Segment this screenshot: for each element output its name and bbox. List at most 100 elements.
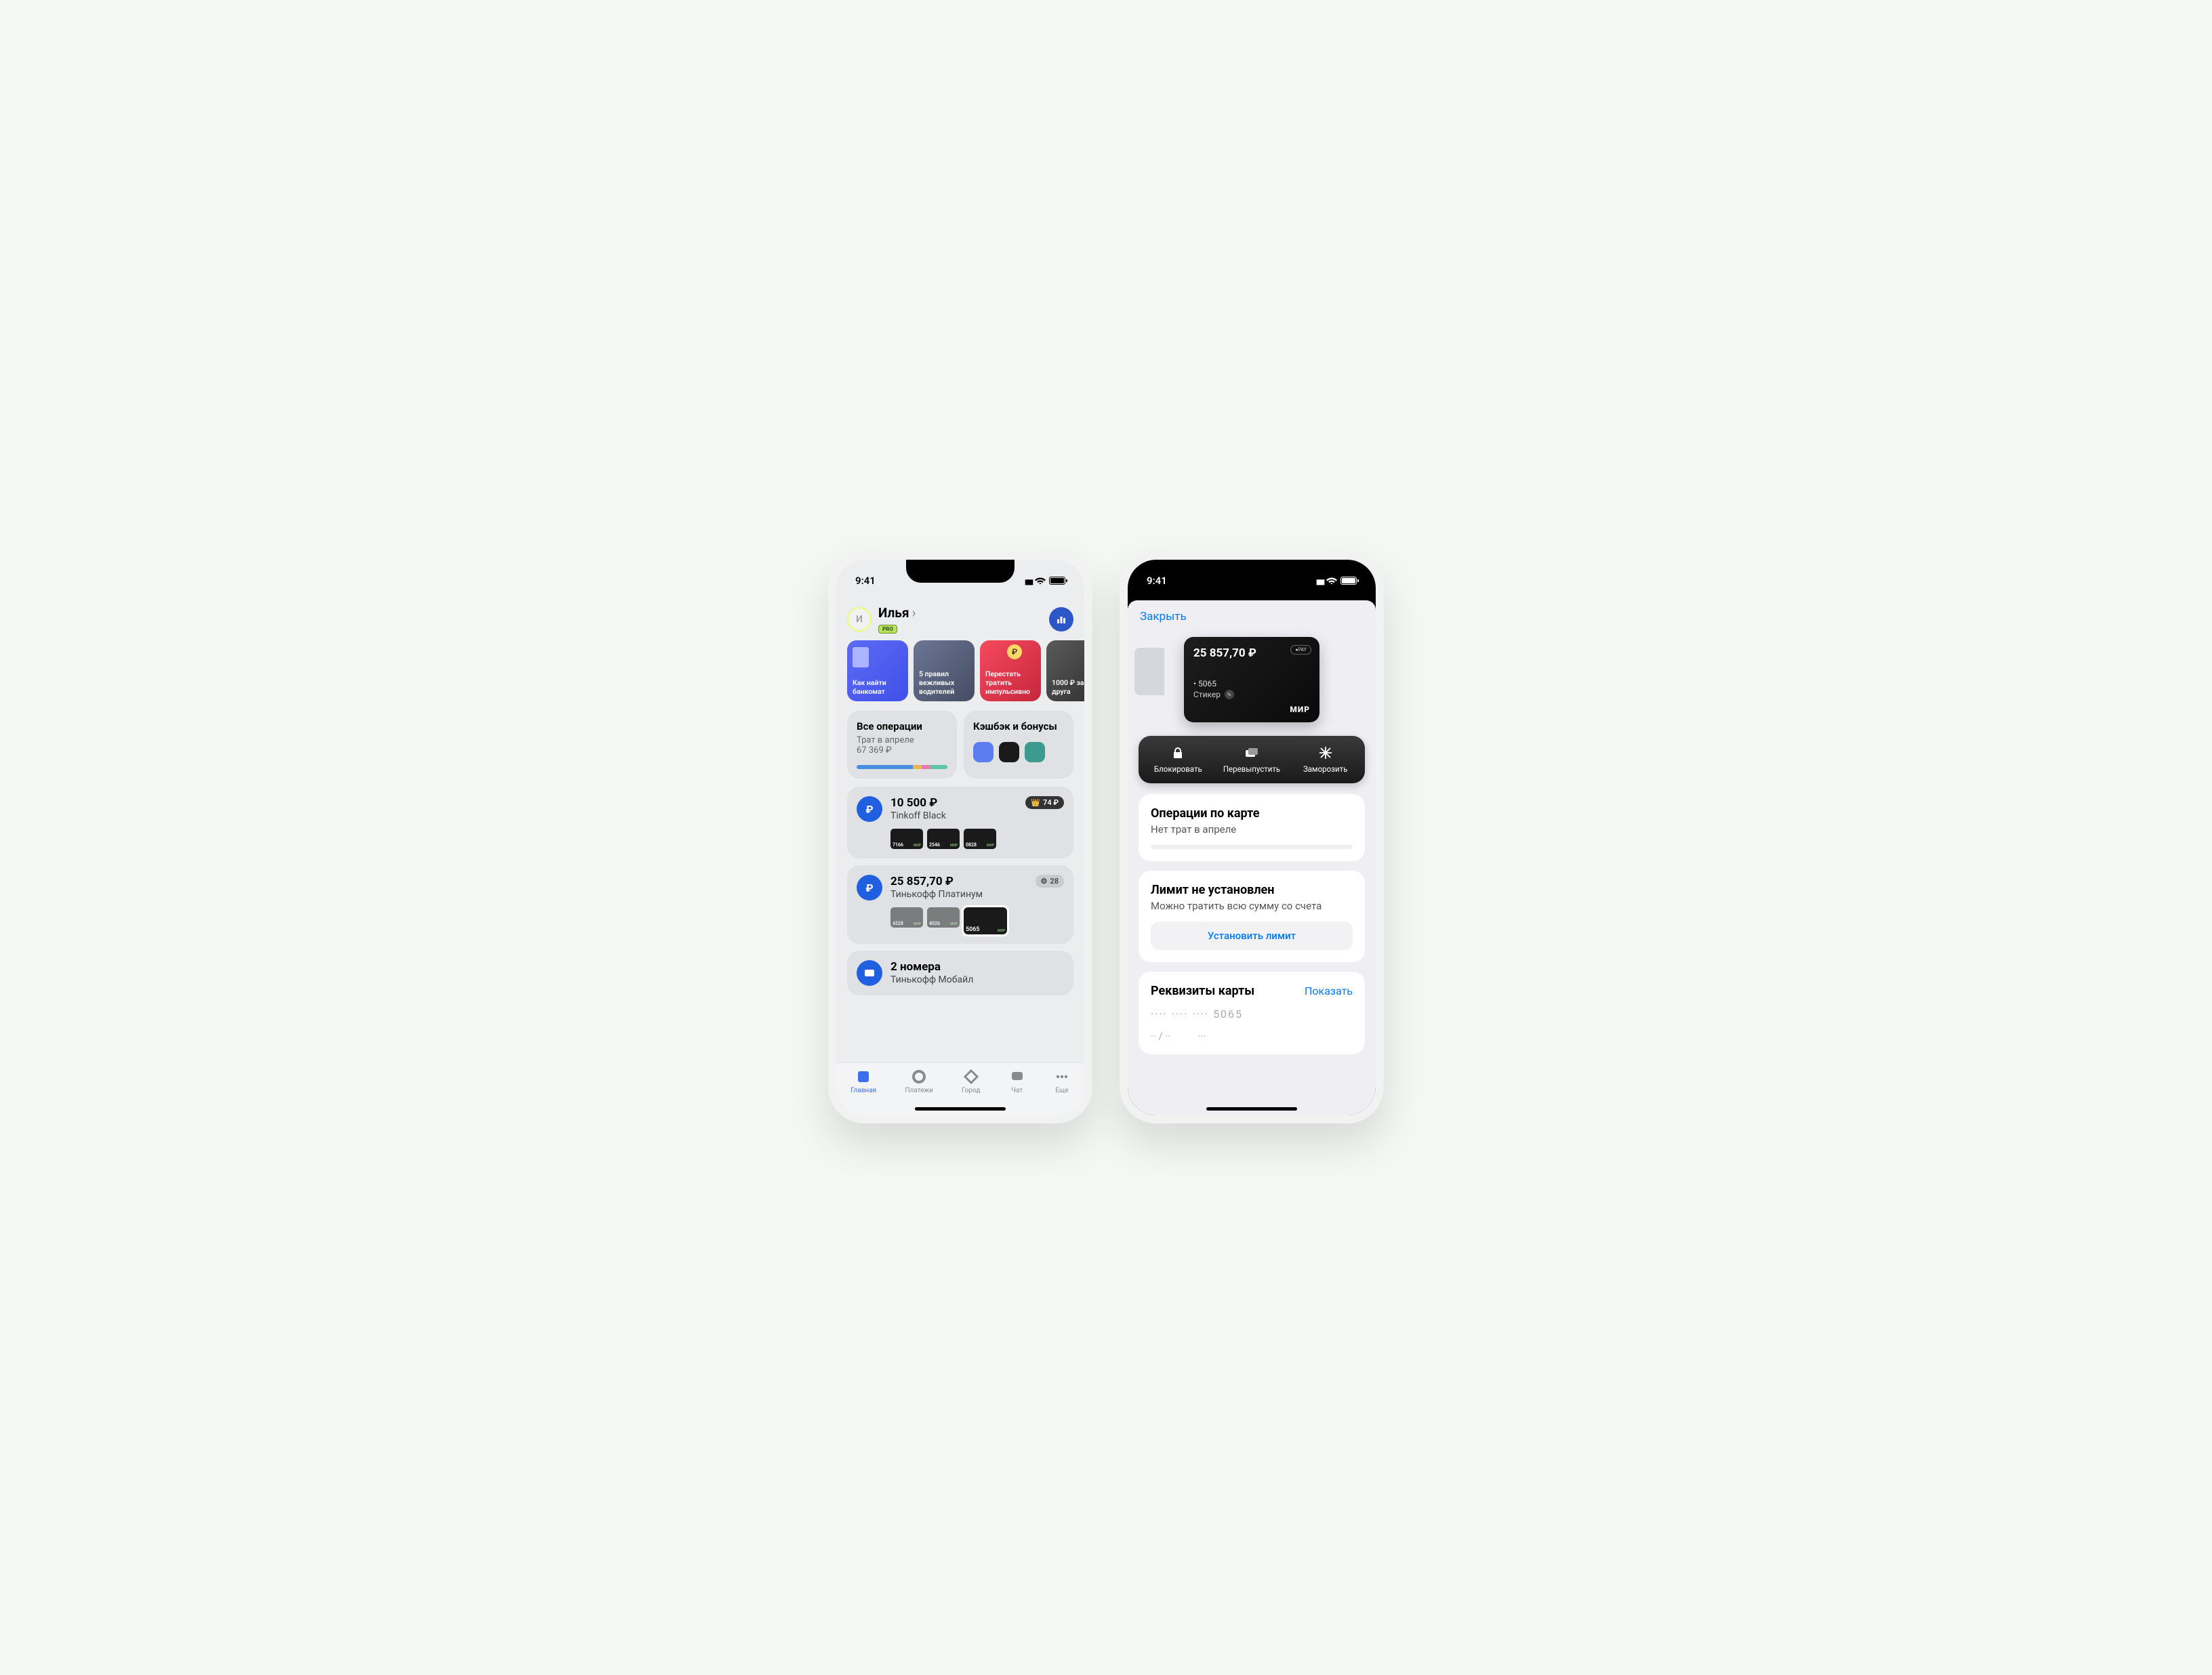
message-icon xyxy=(857,960,882,986)
edit-icon[interactable]: ✎ xyxy=(1225,690,1234,699)
avatar[interactable]: И xyxy=(847,607,872,632)
battery-icon xyxy=(1049,577,1065,585)
story-referral[interactable]: 1000 ₽ за друга xyxy=(1046,640,1084,701)
diamond-icon xyxy=(963,1069,979,1085)
masked-card-number: ···· ···· ···· 5065 xyxy=(1151,1008,1353,1020)
account-tinkoff-mobile[interactable]: 2 номера Тинькофф Мобайл xyxy=(847,951,1073,995)
mini-card[interactable]: 4026МИР xyxy=(927,907,960,928)
account-title: 2 номера xyxy=(890,960,1064,974)
action-freeze[interactable]: Заморозить xyxy=(1288,745,1362,774)
stats-button[interactable] xyxy=(1049,607,1073,632)
card-carousel[interactable]: 25 857,70 ₽ ●PAY • 5065 Стикер ✎ МИР xyxy=(1128,627,1376,736)
close-button[interactable]: Закрыть xyxy=(1140,610,1187,623)
show-button[interactable]: Показать xyxy=(1305,985,1353,997)
phone-home: 9:41 И Илья PRO Как найти банкомат 5 пра… xyxy=(828,552,1092,1123)
mini-card-selected[interactable]: 5065МИР xyxy=(964,907,1007,934)
widget-operations-sub2: 67 369 ₽ xyxy=(857,745,947,756)
widget-cashback[interactable]: Кэшбэк и бонусы xyxy=(964,711,1073,779)
phone-card-detail: 9:41 Закрыть 25 857,70 ₽ ●PAY • 5065 Сти… xyxy=(1120,552,1384,1123)
mir-logo: МИР xyxy=(1290,705,1310,714)
notch xyxy=(906,560,1015,583)
user-name: Илья xyxy=(878,604,1042,621)
home-screen: И Илья PRO Как найти банкомат 5 правил в… xyxy=(836,560,1084,1115)
section-limit: Лимит не установлен Можно тратить всю су… xyxy=(1139,871,1365,962)
cards-row: 4328МИР 4026МИР 5065МИР xyxy=(890,907,1064,934)
user-block[interactable]: Илья PRO xyxy=(878,604,1042,634)
set-limit-button[interactable]: Установить лимит xyxy=(1151,922,1353,950)
account-tinkoff-black[interactable]: ₽ 10 500 ₽ Tinkoff Black 👑 74 ₽ 7166МИР … xyxy=(847,787,1073,859)
account-tinkoff-platinum[interactable]: ₽ 25 857,70 ₽ Тинькофф Платинум ⚙ 28 432… xyxy=(847,865,1073,944)
tab-city[interactable]: Город xyxy=(962,1069,980,1094)
mini-card[interactable]: 2546МИР xyxy=(927,829,960,849)
ruble-icon: ₽ xyxy=(857,875,882,901)
card-visual[interactable]: 25 857,70 ₽ ●PAY • 5065 Стикер ✎ МИР xyxy=(1184,637,1319,722)
cards-row: 7166МИР 2546МИР 0828МИР xyxy=(890,829,1064,849)
cashback-dots xyxy=(973,742,1064,762)
signal-icon xyxy=(1316,575,1323,587)
home-icon xyxy=(855,1069,872,1085)
section-operations[interactable]: Операции по карте Нет трат в апреле xyxy=(1139,794,1365,861)
account-balance: 10 500 ₽ xyxy=(890,796,1017,810)
masked-expiry: ·· / ·· xyxy=(1151,1030,1170,1042)
mini-card[interactable]: 4328МИР xyxy=(890,907,923,928)
battery-icon xyxy=(1340,577,1357,585)
gear-icon: ⚙ xyxy=(1041,877,1048,886)
mir-icon: МИР xyxy=(998,929,1005,933)
widget-operations-title: Все операции xyxy=(857,720,947,732)
sheet-header: Закрыть xyxy=(1128,600,1376,627)
section-title: Операции по карте xyxy=(1151,806,1353,821)
lock-icon xyxy=(1170,745,1185,760)
crown-icon: 👑 xyxy=(1031,798,1040,807)
section-title: Реквизиты карты xyxy=(1151,984,1254,998)
settings-badge: ⚙ 28 xyxy=(1036,875,1064,888)
notch xyxy=(1197,560,1306,583)
ops-bar xyxy=(1151,845,1353,849)
card-number: • 5065 xyxy=(1193,679,1310,688)
mini-card[interactable]: 0828МИР xyxy=(964,829,996,849)
mir-icon: МИР xyxy=(950,844,958,848)
mir-icon: МИР xyxy=(950,922,958,926)
widget-cashback-title: Кэшбэк и бонусы xyxy=(973,720,1064,732)
card-actions-bar: Блокировать Перевыпустить Заморозить xyxy=(1139,736,1365,783)
detail-sheet: Закрыть 25 857,70 ₽ ●PAY • 5065 Стикер ✎… xyxy=(1128,600,1376,1115)
status-time: 9:41 xyxy=(1147,575,1167,587)
action-block[interactable]: Блокировать xyxy=(1141,745,1215,774)
wifi-icon xyxy=(1326,575,1337,587)
account-name: Тинькофф Мобайл xyxy=(890,974,1064,985)
tab-more[interactable]: Еще xyxy=(1054,1069,1070,1094)
masked-cvv: ··· xyxy=(1197,1030,1206,1042)
home-indicator[interactable] xyxy=(1206,1107,1297,1111)
action-reissue[interactable]: Перевыпустить xyxy=(1215,745,1289,774)
card-stack-icon xyxy=(1244,745,1259,760)
account-name: Тинькофф Платинум xyxy=(890,889,1027,900)
spend-bar xyxy=(857,765,947,769)
tab-home[interactable]: Главная xyxy=(851,1069,876,1094)
more-icon xyxy=(1054,1069,1070,1085)
tab-chat[interactable]: Чат xyxy=(1009,1069,1025,1094)
status-time: 9:41 xyxy=(855,575,876,587)
section-sub: Можно тратить всю сумму со счета xyxy=(1151,900,1353,912)
pay-badge: ●PAY xyxy=(1290,645,1311,655)
snowflake-icon xyxy=(1318,745,1333,760)
tab-payments[interactable]: Платежи xyxy=(905,1069,933,1094)
widget-operations[interactable]: Все операции Трат в апреле 67 369 ₽ xyxy=(847,711,957,779)
mini-card[interactable]: 7166МИР xyxy=(890,829,923,849)
mir-icon: МИР xyxy=(914,844,921,848)
home-indicator[interactable] xyxy=(915,1107,1006,1111)
circle-icon xyxy=(911,1069,927,1085)
card-detail-screen: Закрыть 25 857,70 ₽ ●PAY • 5065 Стикер ✎… xyxy=(1128,560,1376,1115)
accounts-list: ₽ 10 500 ₽ Tinkoff Black 👑 74 ₽ 7166МИР … xyxy=(836,787,1084,1062)
section-title: Лимит не установлен xyxy=(1151,883,1353,897)
signal-icon xyxy=(1025,575,1031,587)
story-drivers[interactable]: 5 правил вежливых водителей xyxy=(914,640,975,701)
user-header: И Илья PRO xyxy=(836,600,1084,640)
account-name: Tinkoff Black xyxy=(890,810,1017,821)
section-sub: Нет трат в апреле xyxy=(1151,823,1353,835)
story-spending[interactable]: Перестать тратить импульсивно xyxy=(980,640,1041,701)
story-atm[interactable]: Как найти банкомат xyxy=(847,640,908,701)
stories-row: Как найти банкомат 5 правил вежливых вод… xyxy=(836,640,1084,711)
ruble-icon: ₽ xyxy=(857,796,882,822)
mir-icon: МИР xyxy=(987,844,994,848)
pro-badge: PRO xyxy=(878,625,897,634)
account-balance: 25 857,70 ₽ xyxy=(890,875,1027,888)
